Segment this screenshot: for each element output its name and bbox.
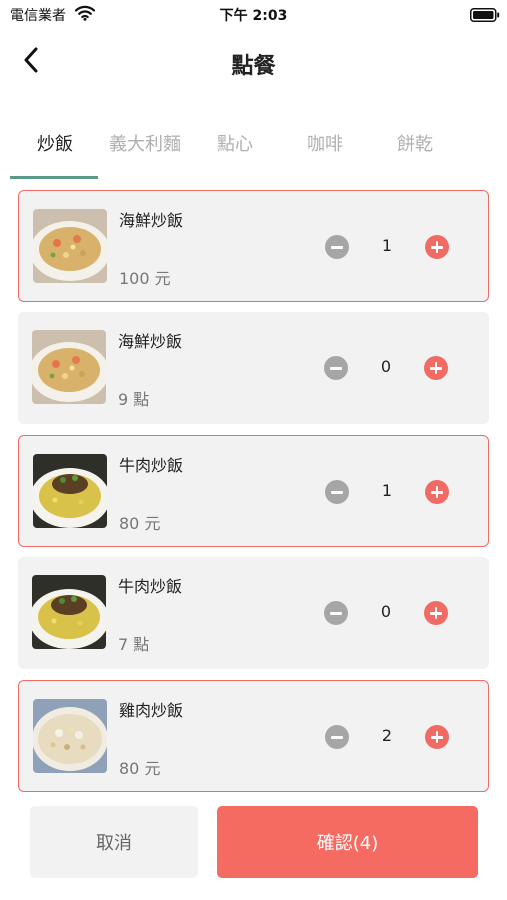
item-name: 雞肉炒飯: [119, 701, 184, 720]
tab-label: 咖啡: [307, 134, 343, 155]
tab-pasta[interactable]: 義大利麵: [100, 125, 190, 181]
tab-dim-sum[interactable]: 點心: [190, 125, 280, 181]
tab-label: 炒飯: [37, 134, 73, 155]
item-price: 9 點: [118, 390, 150, 409]
quantity-value: 0: [380, 357, 392, 376]
tab-coffee[interactable]: 咖啡: [280, 125, 370, 181]
category-tabs: 炒飯 義大利麵 點心 咖啡 餅乾: [10, 125, 497, 181]
quantity-value: 0: [380, 602, 392, 621]
item-name: 牛肉炒飯: [118, 577, 183, 596]
tab-label: 點心: [217, 134, 253, 155]
tab-cookies[interactable]: 餅乾: [370, 125, 460, 181]
battery-icon: [470, 7, 500, 26]
item-name: 海鮮炒飯: [118, 332, 183, 351]
item-name: 海鮮炒飯: [119, 211, 184, 230]
tab-indicator: [10, 176, 98, 179]
clock: 下午 2:03: [219, 8, 288, 24]
beef-fried-rice-photo: [32, 575, 106, 649]
menu-item[interactable]: 牛肉炒飯 7 點 0: [18, 557, 489, 669]
item-price: 80 元: [119, 514, 161, 533]
tab-label: 義大利麵: [109, 134, 181, 155]
tab-label: 餅乾: [397, 134, 433, 155]
menu-item[interactable]: 雞肉炒飯 80 元 2: [18, 680, 489, 792]
decrease-quantity-button[interactable]: [325, 235, 349, 259]
menu-item[interactable]: 海鮮炒飯 9 點 0: [18, 312, 489, 424]
item-price: 7 點: [118, 635, 150, 654]
seafood-fried-rice-photo: [33, 209, 107, 283]
decrease-quantity-button[interactable]: [324, 356, 348, 380]
status-bar: 電信業者 下午 2:03: [0, 0, 507, 28]
menu-item[interactable]: 牛肉炒飯 80 元 1: [18, 435, 489, 547]
confirm-button[interactable]: 確認(4): [217, 806, 478, 878]
cancel-button[interactable]: 取消: [30, 806, 198, 878]
chevron-left-icon: [23, 47, 39, 77]
beef-fried-rice-photo: [33, 454, 107, 528]
page-title: 點餐: [231, 54, 276, 79]
quantity-value: 1: [381, 236, 393, 255]
increase-quantity-button[interactable]: [425, 235, 449, 259]
cancel-label: 取消: [96, 833, 132, 854]
menu-item[interactable]: 海鮮炒飯 100 元 1: [18, 190, 489, 302]
nav-bar: 點餐: [0, 40, 507, 84]
increase-quantity-button[interactable]: [424, 356, 448, 380]
increase-quantity-button[interactable]: [425, 725, 449, 749]
item-price: 100 元: [119, 269, 171, 288]
decrease-quantity-button[interactable]: [325, 480, 349, 504]
chicken-fried-rice-photo: [33, 699, 107, 773]
seafood-fried-rice-photo: [32, 330, 106, 404]
item-name: 牛肉炒飯: [119, 456, 184, 475]
back-button[interactable]: [14, 44, 48, 80]
decrease-quantity-button[interactable]: [325, 725, 349, 749]
quantity-value: 2: [381, 726, 393, 745]
confirm-label: 確認(4): [316, 833, 379, 854]
tab-fried-rice[interactable]: 炒飯: [10, 125, 100, 181]
increase-quantity-button[interactable]: [425, 480, 449, 504]
increase-quantity-button[interactable]: [424, 601, 448, 625]
quantity-value: 1: [381, 481, 393, 500]
decrease-quantity-button[interactable]: [324, 601, 348, 625]
item-price: 80 元: [119, 759, 161, 778]
